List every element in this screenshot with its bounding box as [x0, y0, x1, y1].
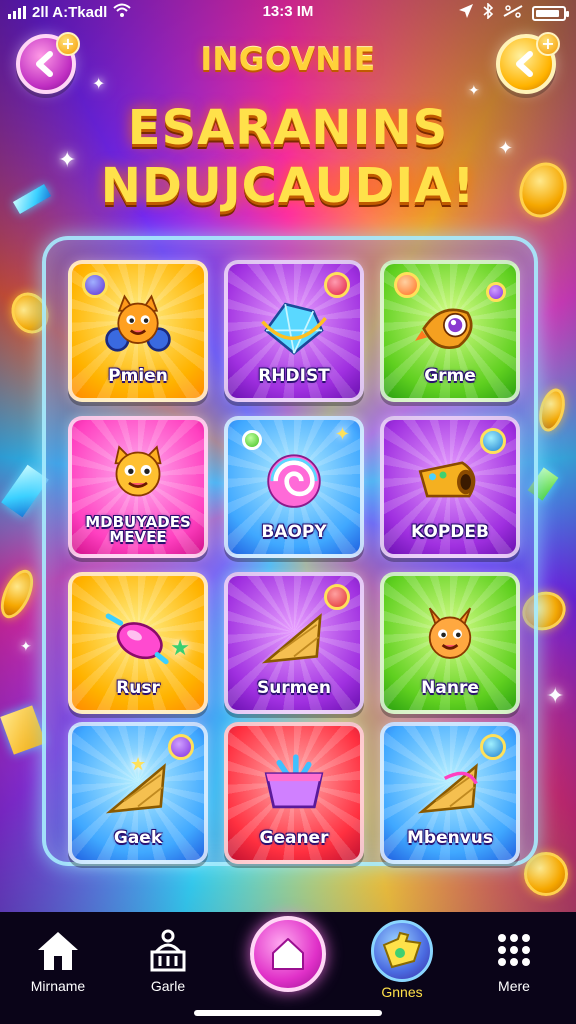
- game-tile-5[interactable]: ✦ BAOPY: [224, 416, 364, 558]
- coin-icon: [524, 852, 568, 896]
- battery-fill: [536, 9, 560, 17]
- tile-label: KOPDEB: [410, 522, 489, 543]
- bluetooth-icon: [482, 2, 494, 23]
- sparkle-icon: ✦: [468, 83, 480, 99]
- fox-character-icon: [415, 599, 485, 669]
- eye-rocket-icon: [415, 291, 485, 361]
- sparkle-icon: ✦: [20, 639, 32, 655]
- tile-label: BAOPY: [261, 522, 327, 543]
- game-tile-6[interactable]: KOPDEB: [380, 416, 520, 558]
- golden-cannon-icon: [415, 447, 485, 517]
- game-tile-9[interactable]: Nanre: [380, 572, 520, 714]
- nav-label: Garle: [150, 978, 186, 994]
- signal-strength-icon: [502, 4, 524, 22]
- golden-cone-icon: [259, 603, 329, 673]
- badge-icon: [168, 734, 194, 760]
- nav-item-garle[interactable]: Garle: [118, 926, 218, 994]
- nav-label: Mirname: [30, 978, 86, 994]
- center-home-icon: [272, 938, 304, 970]
- game-tile-4[interactable]: MDBUYADES MEVEE: [68, 416, 208, 558]
- puzzle-games-icon: [371, 920, 433, 982]
- tile-label: Surmen: [256, 678, 332, 699]
- nav-item-home[interactable]: Mirname: [8, 926, 108, 994]
- game-tile-3[interactable]: Grme: [380, 260, 520, 402]
- game-tile-12[interactable]: Mbenvus: [380, 722, 520, 864]
- home-icon: [38, 932, 78, 970]
- badge-icon: [480, 734, 506, 760]
- cat-character-icon: [103, 291, 173, 361]
- game-grid-panel: Pmien RHDIST Grme MDBUYADES MEVEE ✦ BAOP…: [42, 236, 538, 866]
- battery-icon: [532, 5, 569, 21]
- star-icon: ★: [130, 754, 147, 775]
- nav-label: Gnnes: [381, 984, 423, 1000]
- game-tile-2[interactable]: RHDIST: [224, 260, 364, 402]
- game-tile-7[interactable]: ★ Rusr: [68, 572, 208, 714]
- game-tile-1[interactable]: Pmien: [68, 260, 208, 402]
- nav-item-games[interactable]: Gnnes: [352, 920, 452, 1000]
- game-tile-10[interactable]: ★ Gaek: [68, 722, 208, 864]
- tile-label: MDBUYADES MEVEE: [72, 514, 204, 547]
- golden-cone-icon: [415, 753, 485, 823]
- title-line-1: ESARANINS: [127, 100, 449, 156]
- nav-label: Mere: [498, 978, 530, 994]
- title-line-2: NDUJCAUDIA!: [100, 158, 476, 214]
- tile-label: Mbenvus: [406, 828, 494, 849]
- sparkle-icon: ✦: [334, 424, 350, 445]
- status-right: [458, 2, 569, 23]
- sparkle-icon: ✦: [546, 684, 565, 709]
- more-dots-icon: [498, 934, 530, 966]
- badge-icon: [394, 272, 420, 298]
- game-screen: ✦ ✦ ✦ ✦ ✦ ✦ 2ll A:Tkadl 13:3 IM + + INGO…: [0, 0, 576, 1024]
- tile-label: Nanre: [421, 678, 479, 699]
- cat-character-icon: [103, 439, 173, 509]
- tile-label: Grme: [424, 366, 476, 387]
- badge-icon: [242, 430, 262, 450]
- badge-icon: [480, 428, 506, 454]
- location-icon: [458, 3, 474, 23]
- center-home-button[interactable]: [250, 916, 326, 992]
- tile-label-line-2: MEVEE: [109, 528, 167, 547]
- subtitle: INGOVNIE: [200, 42, 376, 78]
- building-icon: [150, 929, 186, 972]
- pink-gem-wand-icon: [103, 603, 173, 673]
- nav-item-more[interactable]: Mere: [464, 926, 564, 994]
- status-bar: 2ll A:Tkadl 13:3 IM: [0, 0, 576, 26]
- badge-icon: [324, 272, 350, 298]
- tile-label: Rusr: [116, 678, 160, 699]
- home-indicator[interactable]: [194, 1010, 382, 1016]
- game-tile-8[interactable]: Surmen: [224, 572, 364, 714]
- tile-label: RHDIST: [258, 366, 330, 387]
- treasure-basket-icon: [259, 747, 329, 817]
- badge-icon: [486, 282, 506, 302]
- lollipop-candy-icon: [259, 447, 329, 517]
- badge-icon: [324, 584, 350, 610]
- tile-label: Gaek: [113, 828, 163, 849]
- tile-label: Pmien: [108, 366, 168, 387]
- badge-icon: [82, 272, 108, 298]
- game-tile-11[interactable]: Geaner: [224, 722, 364, 864]
- sparkle-icon: ✦: [92, 74, 106, 93]
- star-icon: ★: [170, 636, 190, 661]
- tile-label: Geaner: [259, 828, 329, 849]
- diamond-gem-icon: [259, 291, 329, 361]
